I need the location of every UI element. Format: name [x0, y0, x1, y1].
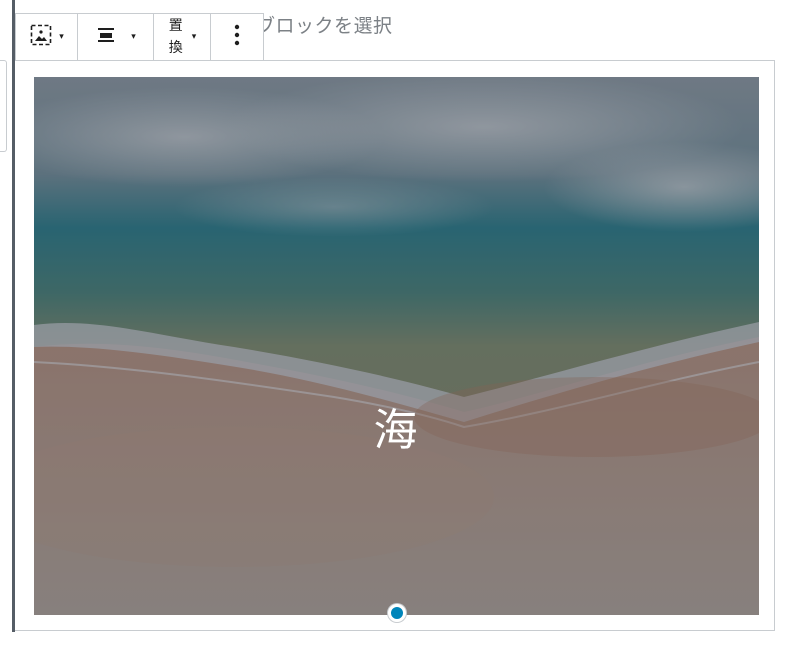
resize-handle[interactable] — [388, 604, 406, 622]
more-vertical-icon — [234, 23, 240, 51]
chevron-down-icon: ▾ — [59, 32, 64, 42]
align-button[interactable]: ▾ — [78, 14, 154, 60]
align-center-icon — [95, 24, 117, 50]
block-toolbar: ▾ ▾ 置換 ▾ — [15, 13, 264, 61]
chevron-down-icon: ▾ — [191, 32, 197, 42]
cover-image[interactable]: 海 — [34, 77, 759, 615]
cover-dim-overlay — [34, 77, 759, 615]
side-inserter-tab — [0, 60, 7, 152]
replace-label: 置換 — [168, 18, 183, 56]
cover-title-text[interactable]: 海 — [34, 394, 759, 458]
block-selection-hint: ブロックを選択 — [256, 15, 393, 37]
image-placeholder-icon — [29, 23, 53, 51]
more-options-button[interactable] — [211, 14, 263, 60]
change-image-button[interactable]: ▾ — [16, 14, 78, 60]
chevron-down-icon: ▾ — [131, 32, 136, 42]
replace-button[interactable]: 置換 ▾ — [154, 14, 211, 60]
